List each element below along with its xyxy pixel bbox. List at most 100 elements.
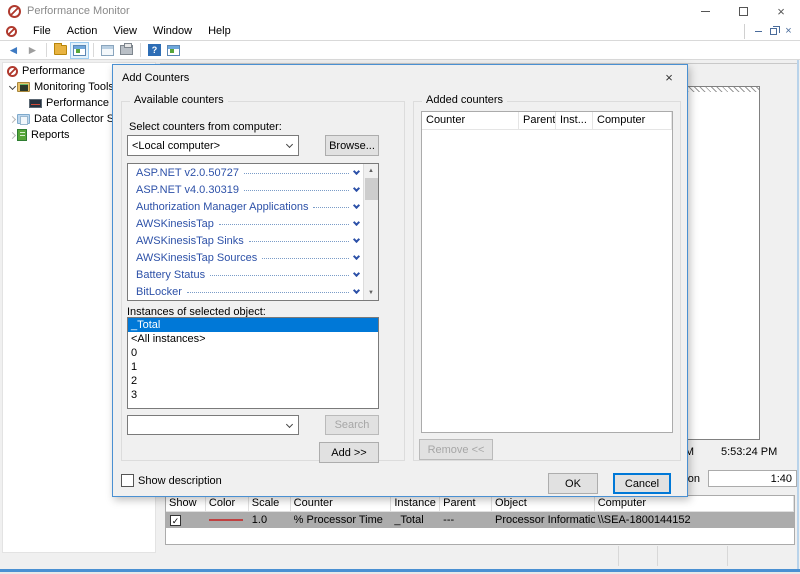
cancel-button[interactable]: Cancel: [613, 473, 671, 494]
child-minimize-button[interactable]: [751, 25, 766, 38]
counter-item[interactable]: AWSKinesisTap: [128, 215, 363, 232]
child-restore-button[interactable]: [766, 25, 781, 38]
legend-column-header[interactable]: Computer: [595, 496, 794, 512]
console-button[interactable]: [164, 42, 183, 59]
new-dialog-button[interactable]: [98, 42, 117, 59]
legend-computer-cell: \\SEA-1800144152: [595, 512, 794, 528]
data-collector-sets-icon: [17, 114, 30, 124]
legend-header-row: ShowColorScaleCounterInstanceParentObjec…: [166, 496, 794, 512]
counter-item[interactable]: AWSKinesisTap Sources: [128, 249, 363, 266]
counter-item[interactable]: Battery Status: [128, 266, 363, 283]
instance-item[interactable]: 1: [128, 360, 378, 374]
instances-list[interactable]: _Total<All instances>0123: [127, 317, 379, 409]
performance-monitor-icon: [29, 99, 42, 108]
window-right-border: [797, 60, 799, 569]
instance-item[interactable]: 3: [128, 388, 378, 402]
expand-chevron-icon[interactable]: [353, 270, 360, 277]
export-button[interactable]: [51, 42, 70, 59]
properties-button[interactable]: [70, 42, 89, 59]
reports-icon: [17, 129, 27, 141]
add-counters-dialog: Add Counters × Available counters Select…: [112, 64, 688, 497]
back-button[interactable]: ◄: [4, 42, 23, 59]
close-button[interactable]: ×: [762, 0, 800, 22]
instance-search-combobox[interactable]: [127, 415, 299, 435]
menu-window[interactable]: Window: [145, 23, 200, 39]
available-counters-list[interactable]: ASP.NET v2.0.50727 ASP.NET v4.0.30319 Auth…: [127, 163, 379, 301]
scrollbar-thumb[interactable]: [365, 178, 378, 200]
close-icon: ×: [777, 5, 785, 18]
ok-button[interactable]: OK: [548, 473, 598, 494]
expand-chevron-icon[interactable]: [353, 219, 360, 226]
child-close-button[interactable]: ×: [781, 25, 796, 38]
expand-chevron-icon[interactable]: [353, 253, 360, 260]
leader-line: [244, 173, 349, 174]
scroll-up-icon[interactable]: ▲: [364, 164, 379, 178]
menu-action[interactable]: Action: [59, 23, 106, 39]
expand-chevron-icon[interactable]: [7, 86, 17, 89]
legend-column-header[interactable]: Object: [492, 496, 595, 512]
browse-button[interactable]: Browse...: [325, 135, 379, 156]
instance-item[interactable]: <All instances>: [128, 332, 378, 346]
leader-line: [249, 241, 349, 242]
counters-scrollbar[interactable]: ▲ ▼: [363, 164, 378, 300]
leader-line: [219, 224, 349, 225]
show-checkbox[interactable]: ✓: [170, 515, 181, 526]
counter-item[interactable]: Authorization Manager Applications: [128, 198, 363, 215]
dialog-close-button[interactable]: ×: [653, 66, 685, 88]
print-button[interactable]: [117, 42, 136, 59]
help-button[interactable]: ?: [145, 42, 164, 59]
legend-column-header[interactable]: Counter: [291, 496, 392, 512]
scroll-down-icon[interactable]: ▼: [364, 286, 379, 300]
collapse-chevron-icon[interactable]: [7, 133, 17, 138]
legend-row-selected[interactable]: ✓1.0% Processor Time_Total---Processor I…: [166, 512, 794, 528]
printer-icon: [120, 45, 133, 55]
counter-item-label: AWSKinesisTap Sinks: [136, 235, 244, 247]
legend-column-header[interactable]: Show: [166, 496, 206, 512]
leader-line: [187, 292, 349, 293]
toolbar-separator: [46, 43, 47, 57]
menu-file[interactable]: File: [25, 23, 59, 39]
remove-button[interactable]: Remove <<: [419, 439, 493, 460]
expand-chevron-icon[interactable]: [353, 168, 360, 175]
instance-item[interactable]: 0: [128, 346, 378, 360]
expand-chevron-icon[interactable]: [353, 287, 360, 294]
maximize-button[interactable]: [724, 0, 762, 22]
legend-column-header[interactable]: Color: [206, 496, 249, 512]
menu-help[interactable]: Help: [200, 23, 239, 39]
forward-arrow-icon: ►: [27, 44, 39, 56]
forward-button[interactable]: ►: [23, 42, 42, 59]
counter-item[interactable]: ASP.NET v2.0.50727: [128, 164, 363, 181]
legend-scale-cell: 1.0: [249, 512, 291, 528]
added-column-header[interactable]: Computer: [593, 112, 672, 130]
legend-show-cell[interactable]: ✓: [166, 512, 206, 528]
add-button[interactable]: Add >>: [319, 442, 379, 463]
counter-item[interactable]: ASP.NET v4.0.30319: [128, 181, 363, 198]
computer-combobox[interactable]: <Local computer>: [127, 135, 299, 156]
minimize-button[interactable]: [686, 0, 724, 22]
expand-chevron-icon[interactable]: [353, 185, 360, 192]
counter-item-label: AWSKinesisTap Sources: [136, 252, 257, 264]
counter-item[interactable]: BitLocker: [128, 283, 363, 300]
instance-item[interactable]: 2: [128, 374, 378, 388]
counter-item-label: ASP.NET v4.0.30319: [136, 184, 239, 196]
collapse-chevron-icon[interactable]: [7, 117, 17, 122]
legend-column-header[interactable]: Scale: [249, 496, 291, 512]
expand-chevron-icon[interactable]: [353, 236, 360, 243]
show-description-control[interactable]: Show description: [121, 474, 222, 487]
folder-icon: [54, 45, 67, 55]
added-column-header[interactable]: Parent: [519, 112, 556, 130]
added-column-header[interactable]: Inst...: [556, 112, 593, 130]
search-button[interactable]: Search: [325, 415, 379, 435]
counter-item[interactable]: AWSKinesisTap Sinks: [128, 232, 363, 249]
show-description-checkbox[interactable]: [121, 474, 134, 487]
expand-chevron-icon[interactable]: [353, 202, 360, 209]
instance-item[interactable]: _Total: [128, 318, 378, 332]
legend-column-header[interactable]: Instance: [391, 496, 440, 512]
menu-view[interactable]: View: [105, 23, 145, 39]
duration-value: 1:40: [708, 470, 797, 487]
window-controls: ×: [686, 0, 800, 22]
legend-color-cell: [206, 512, 249, 528]
added-column-header[interactable]: Counter: [422, 112, 519, 130]
legend-column-header[interactable]: Parent: [440, 496, 492, 512]
legend-footer-strip: [165, 546, 795, 566]
